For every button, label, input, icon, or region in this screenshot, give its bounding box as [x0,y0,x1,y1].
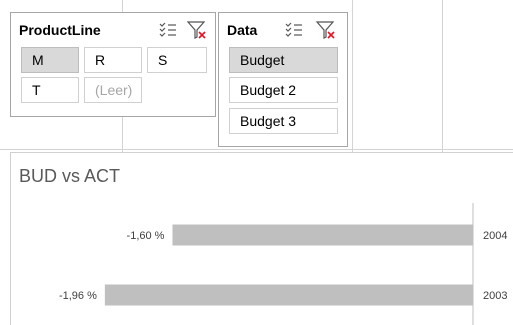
clear-filter-icon[interactable] [186,19,208,41]
data-slicer: Data Budget Budget 2 Budget 3 [218,12,348,147]
grid-line [352,0,353,152]
grid-line [0,149,513,150]
bud-vs-act-chart[interactable]: BUD vs ACT -1,60 % 2004 -1,96 % 2003 [10,152,513,325]
slicer-item-budget[interactable]: Budget [229,47,338,73]
clear-filter-icon[interactable] [315,19,337,41]
grid-line [442,0,443,152]
multi-select-icon[interactable] [157,19,179,41]
slicer-item-s[interactable]: S [147,47,207,73]
slicer-item-leer[interactable]: (Leer) [84,77,142,103]
slicer-item-budget-3[interactable]: Budget 3 [229,108,338,134]
data-label-2003: -1,96 % [59,290,97,302]
slicer-item-t[interactable]: T [21,77,79,103]
slicer-title: ProductLine [19,22,101,38]
category-label-2004: 2004 [483,230,507,242]
slicer-title: Data [227,22,258,38]
slicer-header: ProductLine [11,13,215,47]
multi-select-icon[interactable] [283,19,305,41]
slicer-header: Data [219,13,347,47]
category-label-2003: 2003 [483,290,507,302]
bar-2004[interactable] [172,224,473,246]
slicer-item-budget-2[interactable]: Budget 2 [229,77,338,103]
slicer-item-m[interactable]: M [21,47,79,73]
productline-slicer: ProductLine M R S T (Leer) [10,12,216,117]
slicer-item-r[interactable]: R [84,47,142,73]
bar-2003[interactable] [104,284,473,306]
excel-sheet: ProductLine M R S T (Leer) Data Budget B… [0,0,513,325]
data-label-2004: -1,60 % [127,230,165,242]
chart-plot: -1,60 % 2004 -1,96 % 2003 [59,203,507,325]
